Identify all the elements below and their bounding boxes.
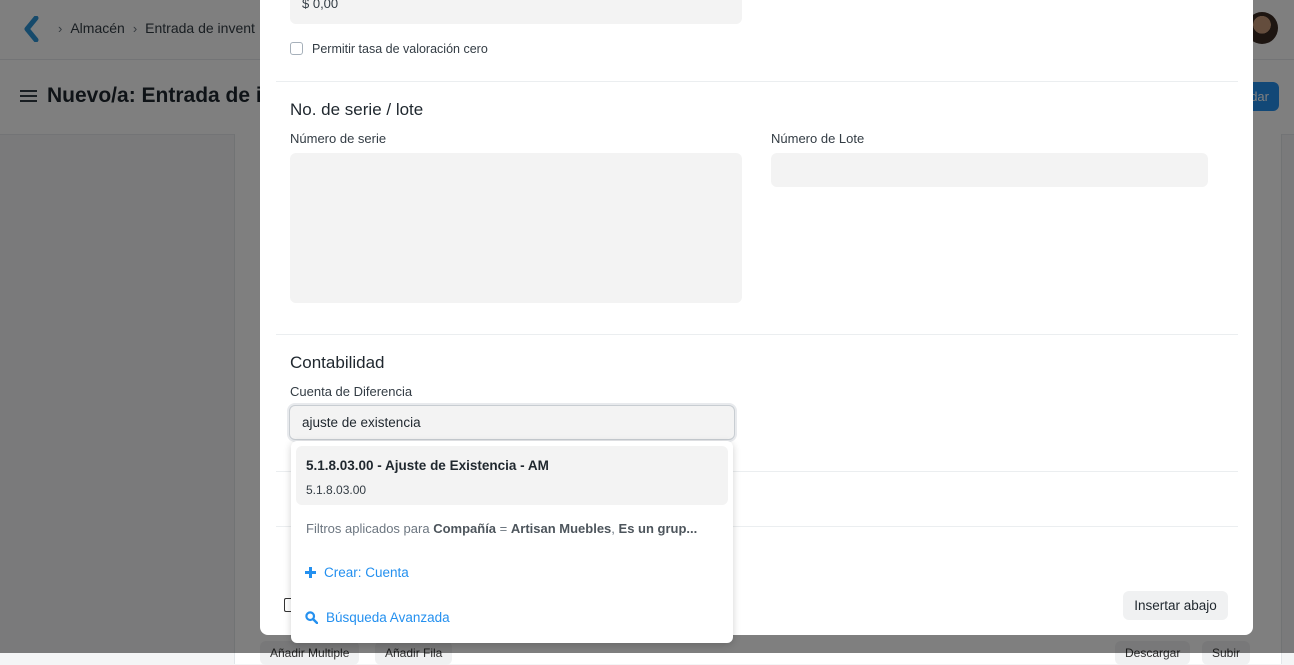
filter-field-group: Es un grup... [618, 521, 698, 536]
serial-number-label: Número de serie [290, 131, 387, 146]
accounting-section-title[interactable]: Contabilidad [290, 353, 385, 373]
create-account-link[interactable]: Crear: Cuenta [305, 565, 409, 580]
insert-below-button[interactable]: Insertar abajo [1123, 591, 1228, 620]
account-autocomplete-dropdown: 5.1.8.03.00 - Ajuste de Existencia - AM … [291, 441, 733, 643]
batch-number-input[interactable] [771, 153, 1208, 187]
section-divider [276, 334, 1238, 335]
plus-icon [305, 567, 316, 578]
filter-separator: , [611, 521, 615, 536]
create-account-label: Crear: Cuenta [324, 565, 409, 580]
search-icon [305, 611, 318, 624]
section-divider [276, 81, 1238, 82]
serial-number-textarea[interactable] [290, 153, 742, 303]
filters-prefix: Filtros aplicados para [306, 521, 430, 536]
option-title: 5.1.8.03.00 - Ajuste de Existencia - AM [306, 458, 549, 473]
filter-field-company: Compañía [433, 521, 497, 536]
difference-account-input[interactable]: ajuste de existencia [289, 405, 735, 440]
valuation-rate-field[interactable]: $ 0,00 [290, 0, 742, 24]
filter-value-company: Artisan Muebles [510, 521, 612, 536]
advanced-search-label: Búsqueda Avanzada [326, 610, 450, 625]
allow-zero-rate-checkbox[interactable] [290, 42, 303, 55]
applied-filters-text: Filtros aplicados para Compañía = Artisa… [306, 521, 716, 536]
valuation-rate-value: $ 0,00 [302, 0, 339, 11]
difference-account-label: Cuenta de Diferencia [290, 384, 413, 399]
filter-operator: = [499, 521, 508, 536]
batch-number-label: Número de Lote [771, 131, 865, 146]
checkbox-icon[interactable] [284, 598, 291, 612]
autocomplete-option[interactable]: 5.1.8.03.00 - Ajuste de Existencia - AM … [296, 446, 728, 505]
allow-zero-rate-label: Permitir tasa de valoración cero [312, 42, 488, 56]
advanced-search-link[interactable]: Búsqueda Avanzada [305, 610, 450, 625]
serial-section-title[interactable]: No. de serie / lote [290, 100, 423, 120]
option-subtitle: 5.1.8.03.00 [306, 483, 367, 497]
